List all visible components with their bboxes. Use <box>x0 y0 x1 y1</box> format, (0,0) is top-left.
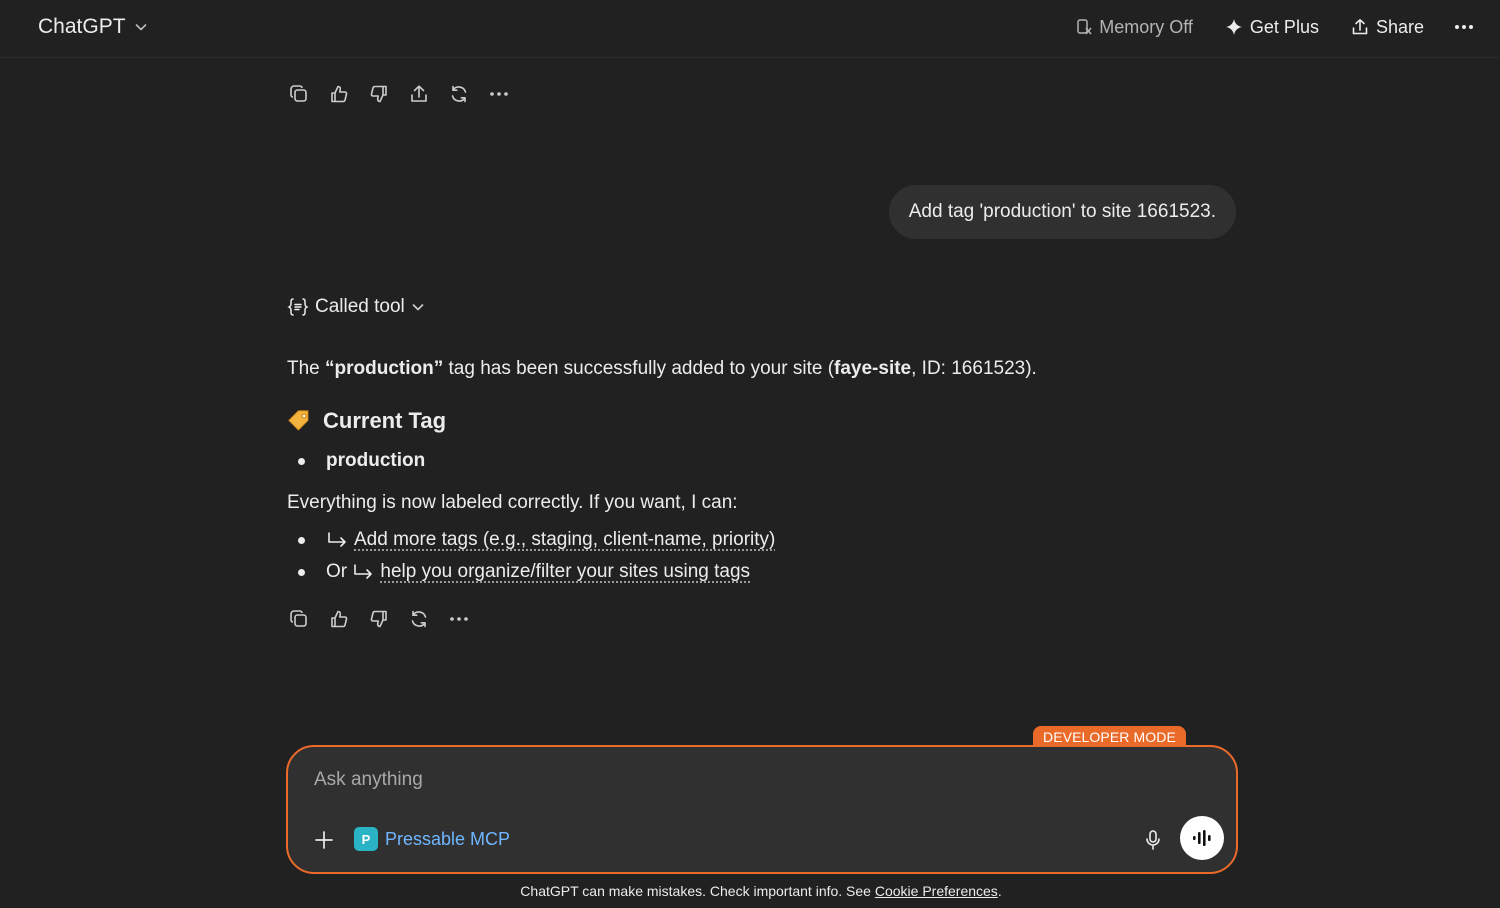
disclaimer-end: . <box>997 883 1002 899</box>
copy-button[interactable] <box>283 603 315 635</box>
list-item: Or help you organize/filter your sites u… <box>298 559 750 585</box>
plus-icon <box>315 831 333 849</box>
called-tool-toggle[interactable]: Called tool <box>287 296 425 318</box>
more-dots-icon <box>1454 24 1474 30</box>
pressable-logo-icon: P <box>354 827 378 851</box>
more-actions-button[interactable] <box>443 603 475 635</box>
suggestion-link[interactable]: Add more tags (e.g., staging, client-nam… <box>354 527 775 553</box>
thumbs-down-button[interactable] <box>363 78 395 110</box>
cookie-preferences-link[interactable]: Cookie Preferences <box>875 883 998 899</box>
intro-site-name: faye-site <box>834 358 912 379</box>
memory-off-icon <box>1076 18 1092 36</box>
list-item: production <box>298 448 425 474</box>
response-intro: The “production” tag has been successful… <box>287 356 1037 382</box>
list-item: Add more tags (e.g., staging, client-nam… <box>298 527 775 553</box>
intro-text: tag has been successfully added to your … <box>443 358 835 379</box>
memory-toggle-button[interactable]: Memory Off <box>1064 10 1205 44</box>
get-plus-button[interactable]: Get Plus <box>1213 10 1331 44</box>
disclaimer: ChatGPT can make mistakes. Check importa… <box>0 883 1500 899</box>
user-message-text: Add tag 'production' to site 1661523. <box>908 201 1216 222</box>
share-button[interactable]: Share <box>1339 10 1436 44</box>
copy-button[interactable] <box>283 78 315 110</box>
voice-waveform-icon <box>1193 830 1211 846</box>
tag-emoji-icon <box>287 410 313 432</box>
called-tool-label: Called tool <box>315 296 405 317</box>
upload-icon <box>411 85 427 102</box>
copy-icon <box>290 85 307 102</box>
more-actions-button[interactable] <box>483 78 515 110</box>
thumbs-down-icon <box>370 85 387 103</box>
header-actions: Memory Off Get Plus Share <box>1064 10 1484 44</box>
bullet-dot <box>298 536 305 544</box>
tag-item: production <box>326 450 426 471</box>
model-name: ChatGPT <box>38 15 126 38</box>
heading-text: Current Tag <box>323 408 447 433</box>
more-dots-icon <box>450 617 468 621</box>
intro-text: The <box>287 358 326 379</box>
thumbs-up-button[interactable] <box>323 603 355 635</box>
suggestion-link[interactable]: help you organize/filter your sites usin… <box>380 559 750 585</box>
share-label: Share <box>1375 16 1424 37</box>
share-message-button[interactable] <box>403 78 435 110</box>
top-bar: ChatGPT Memory Off Get Plus Share <box>0 0 1500 58</box>
followup-text: Everything is now labeled correctly. If … <box>287 492 738 513</box>
user-message-bubble: Add tag 'production' to site 1661523. <box>888 185 1236 239</box>
thumbs-down-button[interactable] <box>363 603 395 635</box>
tool-chip-pressable-mcp[interactable]: P Pressable MCP <box>354 825 510 853</box>
bullet-dot <box>298 457 305 465</box>
tool-chip-label: Pressable MCP <box>385 828 511 849</box>
disclaimer-text: ChatGPT can make mistakes. Check importa… <box>520 883 875 899</box>
sparkle-icon <box>1225 18 1243 36</box>
model-selector[interactable]: ChatGPT <box>26 10 160 44</box>
refresh-icon <box>411 610 427 628</box>
add-attachment-button[interactable] <box>308 824 340 856</box>
chevron-down-icon <box>411 300 425 314</box>
tool-braces-icon <box>287 297 309 317</box>
bullet-dot <box>298 568 305 576</box>
memory-label: Memory Off <box>1099 16 1193 37</box>
intro-text: , ID: 1661523). <box>911 358 1037 379</box>
more-dots-icon <box>490 92 508 96</box>
thumbs-up-icon <box>331 610 348 628</box>
thumbs-up-icon <box>331 85 348 103</box>
prompt-input[interactable] <box>314 769 1114 791</box>
section-heading: Current Tag <box>287 408 446 434</box>
get-plus-label: Get Plus <box>1249 16 1319 37</box>
previous-message-actions <box>283 78 515 110</box>
voice-mode-button[interactable] <box>1180 816 1224 860</box>
microphone-icon <box>1146 830 1160 850</box>
more-options-button[interactable] <box>1444 10 1484 44</box>
return-arrow-icon <box>326 531 348 549</box>
developer-mode-badge: DEVELOPER MODE <box>1033 726 1186 747</box>
thumbs-up-button[interactable] <box>323 78 355 110</box>
chevron-down-icon <box>134 20 148 34</box>
dictate-button[interactable] <box>1136 823 1170 857</box>
share-icon <box>1351 18 1369 36</box>
copy-icon <box>290 610 307 627</box>
regenerate-button[interactable] <box>443 78 475 110</box>
refresh-icon <box>451 85 467 103</box>
response-actions <box>283 603 475 635</box>
thumbs-down-icon <box>370 610 387 628</box>
regenerate-button[interactable] <box>403 603 435 635</box>
option-prefix: Or <box>326 561 353 582</box>
composer: P Pressable MCP <box>286 745 1238 874</box>
intro-tag-name: “production” <box>325 358 444 379</box>
return-arrow-icon <box>352 563 374 581</box>
